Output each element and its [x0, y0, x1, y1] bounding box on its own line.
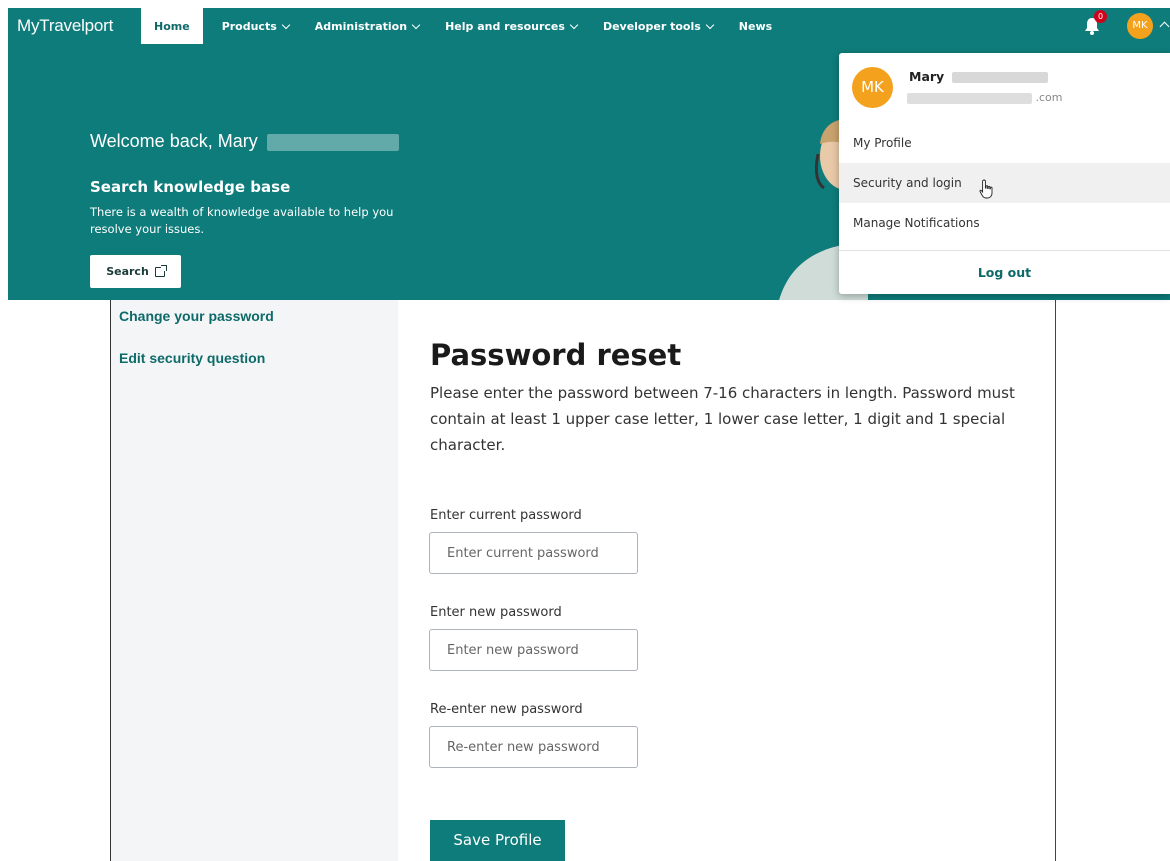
- nav-administration[interactable]: Administration: [302, 8, 432, 44]
- top-navigation-bar: MyTravelport Home Products Administratio…: [8, 8, 1170, 44]
- save-profile-button[interactable]: Save Profile: [430, 820, 565, 861]
- user-email-suffix: .com: [1035, 91, 1063, 104]
- chevron-down-icon: [411, 20, 421, 29]
- password-requirements-text: Please enter the password between 7-16 c…: [430, 384, 1015, 454]
- redacted-email: [907, 92, 1032, 104]
- nav-home-label: Home: [154, 19, 190, 33]
- menu-divider: [839, 250, 1170, 251]
- notification-count-badge: 0: [1094, 10, 1107, 23]
- nav-developer-tools[interactable]: Developer tools: [590, 8, 726, 44]
- user-email: .com: [907, 91, 1063, 104]
- user-avatar: MK: [852, 67, 893, 108]
- search-button-label: Search: [106, 265, 149, 278]
- menu-item-security-and-login[interactable]: Security and login: [839, 163, 1170, 203]
- notifications-button[interactable]: 0: [1082, 10, 1107, 36]
- welcome-message: Welcome back, Mary: [90, 131, 399, 152]
- redacted-surname: [951, 72, 1048, 83]
- sidebar-link-change-password[interactable]: Change your password: [119, 308, 274, 324]
- current-password-input[interactable]: [429, 532, 638, 574]
- logout-button[interactable]: Log out: [839, 253, 1170, 293]
- user-avatar-button[interactable]: MK: [1127, 13, 1153, 39]
- nav-developer-label: Developer tools: [602, 19, 701, 33]
- new-password-input[interactable]: [429, 629, 638, 671]
- nav-administration-label: Administration: [314, 19, 408, 33]
- user-first-name: Mary: [909, 69, 945, 84]
- welcome-text: Welcome back, Mary: [90, 131, 258, 151]
- chevron-up-icon[interactable]: [1159, 21, 1170, 32]
- chevron-down-icon: [569, 20, 579, 29]
- nav-products[interactable]: Products: [209, 8, 302, 44]
- menu-item-my-profile[interactable]: My Profile: [839, 123, 1170, 163]
- user-menu-dropdown: MK Mary .com My Profile Security and log…: [839, 53, 1170, 294]
- hand-pointer-icon: [979, 179, 993, 199]
- nav-help-and-resources[interactable]: Help and resources: [432, 8, 590, 44]
- knowledge-base-title: Search knowledge base: [90, 178, 291, 196]
- app-logo[interactable]: MyTravelport: [8, 16, 141, 36]
- current-password-label: Enter current password: [430, 508, 582, 523]
- nav-news[interactable]: News: [726, 8, 785, 44]
- settings-sidebar: Change your password Edit security quest…: [110, 300, 398, 861]
- page-title: Password reset: [430, 338, 682, 372]
- nav-products-label: Products: [221, 19, 277, 33]
- nav-news-label: News: [738, 19, 773, 33]
- external-link-icon: [154, 264, 167, 277]
- sidebar-link-edit-security-question[interactable]: Edit security question: [119, 350, 265, 366]
- nav-help-label: Help and resources: [445, 19, 565, 33]
- confirm-password-label: Re-enter new password: [430, 702, 583, 717]
- user-name: Mary: [909, 69, 1048, 84]
- new-password-label: Enter new password: [430, 605, 562, 620]
- confirm-password-input[interactable]: [429, 726, 638, 768]
- nav-home[interactable]: Home: [141, 8, 203, 44]
- search-button[interactable]: Search: [90, 255, 181, 288]
- knowledge-base-description: There is a wealth of knowledge available…: [90, 205, 394, 236]
- redacted-surname: [266, 133, 399, 151]
- chevron-down-icon: [705, 20, 715, 29]
- menu-item-manage-notifications[interactable]: Manage Notifications: [839, 203, 1170, 243]
- password-reset-panel: Password reset Please enter the password…: [398, 300, 1056, 861]
- chevron-down-icon: [281, 20, 291, 29]
